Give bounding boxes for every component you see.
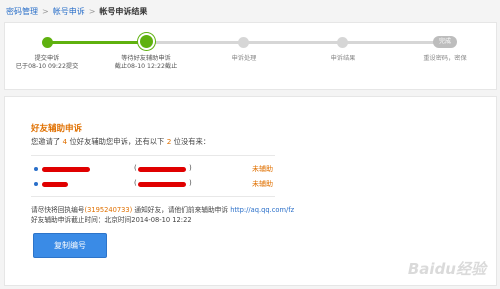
notice-prefix: 请尽快将回执编号	[31, 206, 85, 214]
receipt-number: (3195240733)	[84, 206, 133, 214]
bullet-icon	[34, 182, 38, 186]
step-1-title: 提交申诉	[34, 55, 60, 62]
watermark-logo: Baidu经验	[407, 260, 486, 278]
breadcrumb-separator: >	[88, 7, 96, 16]
breadcrumb-separator: >	[42, 7, 49, 16]
step-5-label: 重设密码，密保	[400, 55, 490, 63]
step-4-dot	[337, 37, 348, 48]
friend-status: 未辅助	[252, 180, 273, 188]
finish-pill: 完成	[433, 36, 457, 48]
step-3-dot	[238, 37, 249, 48]
step-2-dot	[140, 35, 153, 48]
step-3-title: 申诉处理	[231, 55, 257, 62]
open-paren: (	[134, 179, 137, 187]
breadcrumb-account-appeal[interactable]: 帐号申诉	[53, 7, 85, 16]
remaining-count: 2	[166, 137, 172, 146]
step-5-title: 重设密码，密保	[423, 55, 467, 62]
progress-line-pending	[147, 41, 445, 44]
bullet-icon	[34, 167, 38, 171]
step-4-label: 申诉结果	[298, 55, 388, 63]
breadcrumb: 密码管理 > 帐号申诉 > 帐号申诉结果	[6, 4, 147, 20]
friend-row: ( ) 未辅助	[31, 177, 275, 191]
invite-summary: 您邀请了 4 位好友辅助您申诉，还有以下 2 位没有来：	[31, 137, 210, 147]
invite-prefix: 您邀请了	[31, 137, 61, 146]
step-2-label: 等待好友辅助申诉 截止08-10 12:22截止	[101, 55, 191, 71]
invite-count: 4	[62, 137, 68, 146]
friend-row: ( ) 未辅助	[31, 162, 275, 176]
notice-mid: 通知好友，请他们前来辅助申诉	[134, 206, 229, 214]
invite-suffix: 位没有来：	[173, 137, 211, 146]
close-paren: )	[189, 179, 192, 187]
progress-panel: 完成 提交申诉 已于08-10 09:22提交 等待好友辅助申诉 截止08-10…	[4, 22, 497, 90]
redacted-name	[42, 167, 90, 172]
invite-mid: 位好友辅助您申诉，还有以下	[69, 137, 165, 146]
redacted-id	[138, 167, 186, 172]
friend-status: 未辅助	[252, 165, 273, 173]
progress-line-done	[47, 41, 147, 44]
step-1-dot	[42, 37, 53, 48]
step-1-sub: 已于08-10 09:22提交	[15, 63, 79, 70]
redacted-id	[138, 182, 186, 187]
step-4-title: 申诉结果	[330, 55, 356, 62]
close-paren: )	[189, 164, 192, 172]
breadcrumb-password-management[interactable]: 密码管理	[6, 7, 38, 16]
breadcrumb-current: 帐号申诉结果	[99, 7, 148, 16]
redacted-name	[42, 182, 68, 187]
open-paren: (	[134, 164, 137, 172]
step-2-sub: 截止08-10 12:22截止	[114, 63, 178, 70]
notice-line: 请尽快将回执编号(3195240733) 通知好友，请他们前来辅助申诉 http…	[31, 204, 294, 214]
section-title: 好友辅助申诉	[31, 124, 83, 134]
appeal-link[interactable]: http://aq.qq.com/fz	[230, 206, 294, 214]
step-3-label: 申诉处理	[199, 55, 289, 63]
friends-list: ( ) 未辅助 ( ) 未辅助	[31, 155, 275, 197]
copy-number-button[interactable]: 复制编号	[33, 233, 107, 258]
step-1-label: 提交申诉 已于08-10 09:22提交	[2, 55, 92, 71]
deadline-line: 好友辅助申诉截止时间：北京时间2014-08-10 12:22	[31, 216, 192, 224]
step-2-title: 等待好友辅助申诉	[121, 55, 171, 62]
